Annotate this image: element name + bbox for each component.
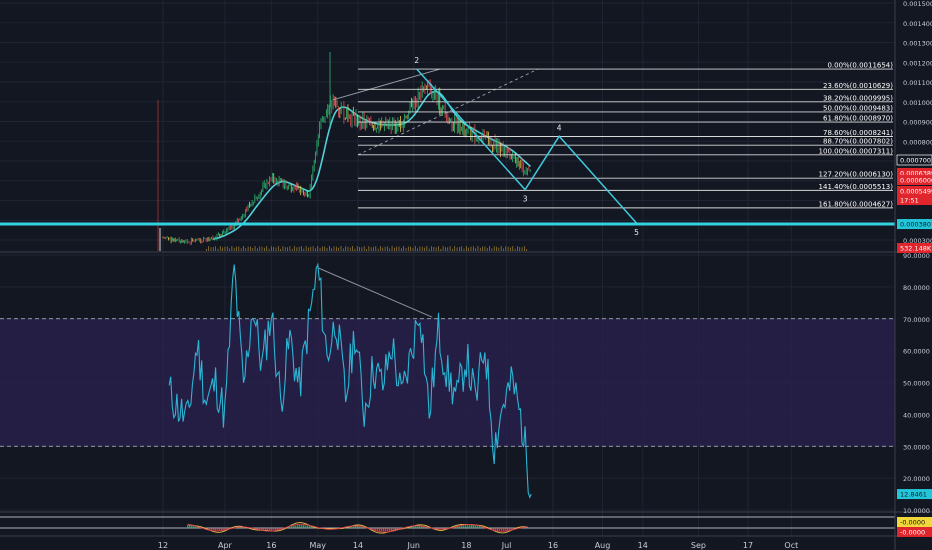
rsi-tick-label: 90.0000	[903, 252, 930, 260]
price-tick-label: 0.0012000	[903, 59, 932, 67]
price-tick-label: 0.0011000	[903, 79, 932, 87]
time-tick-label: 12	[158, 541, 168, 550]
price-tick-label: 0.0010000	[903, 99, 932, 107]
fib-level-label: 100.00%(0.0007311)	[819, 147, 894, 155]
price-tick-label: 0.0009000	[903, 119, 932, 127]
rsi-tick-label: 70.0000	[903, 316, 930, 324]
rsi-badge-label: 12.8461	[900, 491, 927, 499]
price-badge-label: 532.148K	[900, 245, 932, 253]
time-tick-label: Jul	[501, 541, 512, 550]
trading-chart[interactable]: 0.00%(0.0011654) 23.60%(0.0010629) 38.20%(…	[0, 0, 932, 550]
wave-label: 2	[414, 56, 419, 65]
rsi-tick-label: 60.0000	[903, 348, 930, 356]
price-badge-label: 0.0003807	[900, 221, 932, 229]
rsi-band	[0, 318, 895, 447]
rsi-tick-label: 20.0000	[903, 475, 930, 483]
rsi-tick-label: 40.0000	[903, 411, 930, 419]
rsi-tick-label: 50.0000	[903, 380, 930, 388]
time-tick-label: May	[309, 541, 326, 550]
time-tick-label: 14	[638, 541, 648, 550]
fib-level-label: 161.80%(0.0004627)	[819, 200, 894, 208]
price-badge-label: 0.0005499	[900, 188, 932, 196]
price-badge-label: 0.0006000	[900, 177, 932, 185]
macd-badge-label: -0.0000	[900, 529, 925, 537]
rsi-tick-label: 30.0000	[903, 443, 930, 451]
price-tick-label: 0.0014000	[903, 20, 932, 28]
fib-level-label: 61.80%(0.0008970)	[823, 115, 893, 123]
time-tick-label: Jun	[406, 541, 420, 550]
wave-label: 4	[557, 123, 562, 132]
rsi-tick-label: 80.0000	[903, 284, 930, 292]
time-tick-label: 16	[266, 541, 276, 550]
fib-level-label: 127.20%(0.0006130)	[819, 171, 894, 179]
wave-label: 3	[523, 195, 528, 204]
fib-level-label: 141.40%(0.0005513)	[819, 183, 894, 191]
time-tick-label: Sep	[691, 541, 706, 550]
price-tick-label: 0.0015000	[903, 0, 932, 8]
price-badge-label: 0.0007007	[900, 157, 932, 165]
price-tick-label: 0.0008000	[903, 138, 932, 146]
time-tick-label: 17	[743, 541, 753, 550]
macd-badge-label: -0.0000	[900, 519, 925, 527]
price-tick-label: 0.0013000	[903, 40, 932, 48]
fib-level-label: 0.00%(0.0011654)	[827, 62, 893, 70]
fib-level-label: 78.60%(0.0008241)	[823, 129, 893, 137]
rsi-tick-label: 10.0000	[903, 507, 930, 515]
fib-level-label: 38.20%(0.0009995)	[823, 94, 893, 102]
fib-level-label: 23.60%(0.0010629)	[823, 82, 893, 90]
time-tick-label: Oct	[784, 541, 798, 550]
price-badge-label: 17:51	[900, 197, 919, 205]
time-tick-label: 14	[353, 541, 363, 550]
time-tick-label: 18	[461, 541, 471, 550]
time-tick-label: 16	[548, 541, 558, 550]
time-tick-label: Aug	[595, 541, 611, 550]
fib-level-label: 50.00%(0.0009483)	[823, 104, 893, 112]
time-tick-label: Apr	[218, 541, 233, 550]
fib-level-label: 88.70%(0.0007802)	[823, 138, 893, 146]
wave-label: 5	[634, 228, 639, 237]
